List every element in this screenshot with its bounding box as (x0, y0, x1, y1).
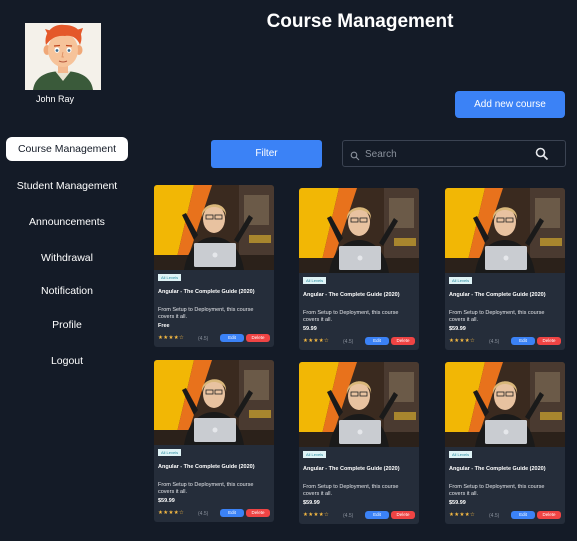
sidebar-item-announcements[interactable]: Announcements (6, 210, 128, 234)
course-thumbnail-image (154, 360, 274, 445)
course-thumbnail-image (299, 188, 419, 273)
rating-stars: ★★★★☆ (449, 512, 476, 518)
add-new-course-button[interactable]: Add new course (455, 91, 565, 118)
user-portrait-image (25, 23, 101, 90)
edit-button[interactable]: Edit (220, 334, 244, 342)
course-title: Angular - The Complete Guide (2020) (158, 464, 255, 470)
course-description: From Setup to Deployment, this course co… (158, 307, 254, 320)
course-card[interactable]: All Levels Angular - The Complete Guide (… (154, 360, 274, 522)
course-thumbnail-image (445, 188, 565, 273)
edit-button[interactable]: Edit (220, 509, 244, 517)
course-title: Angular - The Complete Guide (2020) (449, 466, 546, 472)
course-price: 59.99 (303, 326, 317, 332)
avatar (25, 23, 101, 90)
course-level-badge: All Levels (449, 451, 473, 458)
course-description: From Setup to Deployment, this course co… (449, 310, 545, 323)
rating-value: (4.5) (198, 511, 209, 517)
course-price: $59.99 (449, 326, 466, 332)
delete-button[interactable]: Delete (391, 511, 415, 519)
course-level-badge: All Levels (449, 277, 473, 284)
course-thumbnail-image (445, 362, 565, 447)
search-bar (342, 140, 566, 167)
course-price: $59.99 (158, 498, 175, 504)
rating-stars: ★★★★☆ (158, 510, 185, 516)
rating-value: (4.5) (343, 339, 354, 345)
course-card[interactable]: All Levels Angular - The Complete Guide (… (154, 185, 274, 347)
rating-value: (4.5) (198, 336, 209, 342)
sidebar-item-course-management[interactable]: Course Management (6, 137, 128, 161)
course-description: From Setup to Deployment, this course co… (449, 484, 545, 497)
delete-button[interactable]: Delete (246, 334, 270, 342)
sidebar-item-logout[interactable]: Logout (6, 349, 128, 373)
search-submit-icon[interactable] (535, 147, 549, 166)
course-level-badge: All Levels (303, 277, 327, 284)
rating-value: (4.5) (489, 339, 500, 345)
user-name: John Ray (35, 94, 75, 104)
rating-stars: ★★★★☆ (158, 335, 185, 341)
rating-value: (4.5) (343, 513, 354, 519)
delete-button[interactable]: Delete (537, 511, 561, 519)
filter-button[interactable]: Filter (211, 140, 322, 168)
edit-button[interactable]: Edit (511, 511, 535, 519)
search-icon (350, 148, 360, 166)
edit-button[interactable]: Edit (365, 337, 389, 345)
delete-button[interactable]: Delete (246, 509, 270, 517)
page-title: Course Management (266, 11, 454, 32)
course-price: $59.99 (303, 500, 320, 506)
search-input[interactable] (365, 145, 535, 163)
sidebar-item-notification[interactable]: Notification (6, 279, 128, 303)
course-card[interactable]: All Levels Angular - The Complete Guide (… (445, 362, 565, 524)
course-level-badge: All Levels (158, 449, 182, 456)
course-description: From Setup to Deployment, this course co… (303, 310, 399, 323)
rating-value: (4.5) (489, 513, 500, 519)
sidebar-item-student-management[interactable]: Student Management (6, 174, 128, 198)
rating-stars: ★★★★☆ (303, 338, 330, 344)
course-title: Angular - The Complete Guide (2020) (158, 289, 255, 295)
sidebar-item-withdrawal[interactable]: Withdrawal (6, 246, 128, 270)
edit-button[interactable]: Edit (511, 337, 535, 345)
course-thumbnail-image (299, 362, 419, 447)
edit-button[interactable]: Edit (365, 511, 389, 519)
sidebar-item-profile[interactable]: Profile (6, 313, 128, 337)
course-level-badge: All Levels (158, 274, 182, 281)
course-card[interactable]: All Levels Angular - The Complete Guide (… (299, 362, 419, 524)
rating-stars: ★★★★☆ (449, 338, 476, 344)
course-price: Free (158, 323, 170, 329)
course-title: Angular - The Complete Guide (2020) (449, 292, 546, 298)
course-thumbnail-image (154, 185, 274, 270)
course-level-badge: All Levels (303, 451, 327, 458)
delete-button[interactable]: Delete (537, 337, 561, 345)
rating-stars: ★★★★☆ (303, 512, 330, 518)
course-description: From Setup to Deployment, this course co… (158, 482, 254, 495)
course-price: $59.99 (449, 500, 466, 506)
course-title: Angular - The Complete Guide (2020) (303, 466, 400, 472)
course-description: From Setup to Deployment, this course co… (303, 484, 399, 497)
delete-button[interactable]: Delete (391, 337, 415, 345)
course-card[interactable]: All Levels Angular - The Complete Guide (… (299, 188, 419, 350)
course-title: Angular - The Complete Guide (2020) (303, 292, 400, 298)
course-card[interactable]: All Levels Angular - The Complete Guide (… (445, 188, 565, 350)
